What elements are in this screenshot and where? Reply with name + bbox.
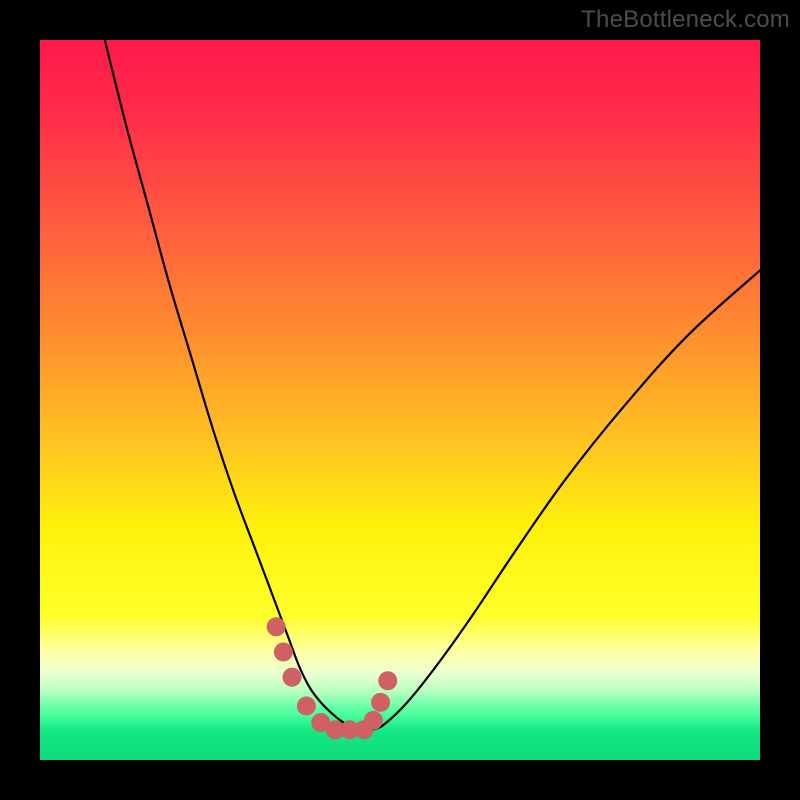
highlight-dot xyxy=(364,711,383,730)
highlight-dot xyxy=(267,617,286,636)
watermark-text: TheBottleneck.com xyxy=(581,6,790,34)
chart-frame: { "watermark": "TheBottleneck.com", "col… xyxy=(0,0,800,800)
highlight-dot xyxy=(378,671,397,690)
highlight-dots xyxy=(267,617,398,739)
plot-area xyxy=(40,40,760,760)
highlight-dot xyxy=(274,643,293,662)
highlight-dot xyxy=(283,668,302,687)
curve-layer xyxy=(40,40,760,760)
highlight-dot xyxy=(371,693,390,712)
bottleneck-curve xyxy=(105,40,760,731)
highlight-dot xyxy=(297,697,316,716)
